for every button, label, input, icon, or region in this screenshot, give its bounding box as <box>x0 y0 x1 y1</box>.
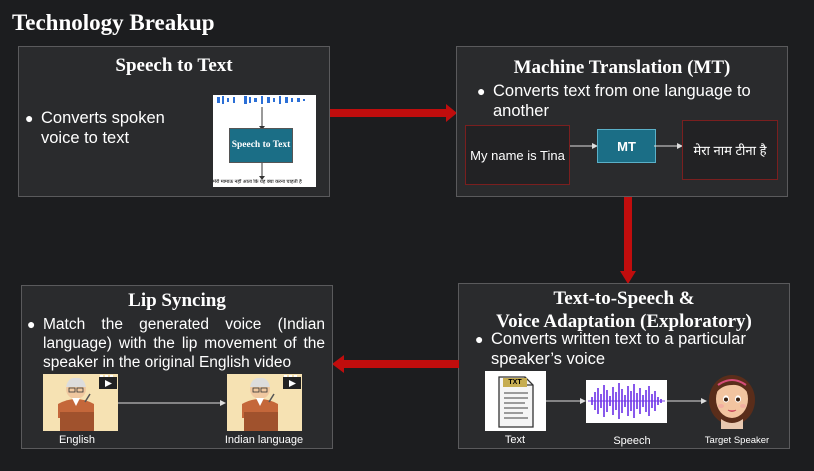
tts-bullet: ● Converts written text to a particular … <box>475 329 775 369</box>
mt-title: Machine Translation (MT) <box>513 57 731 78</box>
mt-engine-box: MT <box>597 129 656 163</box>
arrow-mt-to-tts <box>620 197 636 284</box>
arrow-tts-to-lip <box>332 355 459 373</box>
arrow-speech-to-speaker <box>667 398 707 404</box>
bullet-dot: ● <box>27 316 36 332</box>
speech-waveform-image <box>586 380 667 423</box>
tts-title-line1: Text-to-Speech & <box>553 288 695 309</box>
video-play-icon <box>99 375 117 389</box>
lip-title: Lip Syncing <box>128 290 226 311</box>
arrow-mt-to-target <box>654 143 683 149</box>
machine-translation-box: Machine Translation (MT) ● Converts text… <box>456 46 788 197</box>
lip-bullet: ● Match the generated voice (Indian lang… <box>27 315 325 372</box>
arrow-english-to-indian <box>118 400 226 406</box>
text-to-speech-box: Text-to-Speech & Voice Adaptation (Explo… <box>458 283 790 449</box>
arrow-stt-to-mt <box>330 104 457 122</box>
tts-bullet-text: Converts written text to a particular sp… <box>491 330 746 368</box>
target-speaker-avatar <box>709 375 755 429</box>
mt-bullet: ● Converts text from one language to ano… <box>477 81 777 121</box>
bullet-dot: ● <box>25 110 34 126</box>
caption-text: Text <box>504 434 526 446</box>
arrow-source-to-mt <box>570 143 598 149</box>
lip-bullet-text: Match the generated voice (Indian langua… <box>43 316 325 371</box>
page-title: Technology Breakup <box>12 10 215 35</box>
stt-bullet: ● Converts spoken voice to text <box>25 108 185 148</box>
video-play-icon <box>283 375 301 389</box>
stt-bullet-text: Converts spoken voice to text <box>41 109 165 147</box>
stt-output-caption: मेरी मामाऊ नहीं आता कि यह क्या करना चाहत… <box>213 179 302 185</box>
english-speaker-image <box>43 374 118 431</box>
bullet-dot: ● <box>475 331 484 347</box>
speech-to-text-box: Speech to Text ● Converts spoken voice t… <box>18 46 330 197</box>
mt-bullet-text: Converts text from one language to anoth… <box>493 82 751 120</box>
stt-engine-label: Speech to Text <box>229 128 293 163</box>
lip-syncing-box: Lip Syncing ● Match the generated voice … <box>21 285 333 449</box>
caption-indian-language: Indian language <box>224 434 304 446</box>
caption-english: English <box>58 434 96 446</box>
caption-speech: Speech <box>613 435 651 447</box>
indian-speaker-image <box>227 374 302 431</box>
stt-title: Speech to Text <box>115 55 233 76</box>
caption-target-speaker: Target Speaker <box>704 435 770 446</box>
arrow-text-to-speech <box>546 398 586 404</box>
mt-source-text: My name is Tina <box>465 125 570 185</box>
text-file-image: TXT <box>485 371 546 431</box>
bullet-dot: ● <box>477 83 486 99</box>
speech-waveform-icon <box>588 383 665 419</box>
mt-target-text: मेरा नाम टीना है <box>682 120 778 180</box>
txt-badge: TXT <box>503 378 527 387</box>
stt-image: Speech to Text मेरी मामाऊ नहीं आता कि यह… <box>213 95 316 187</box>
